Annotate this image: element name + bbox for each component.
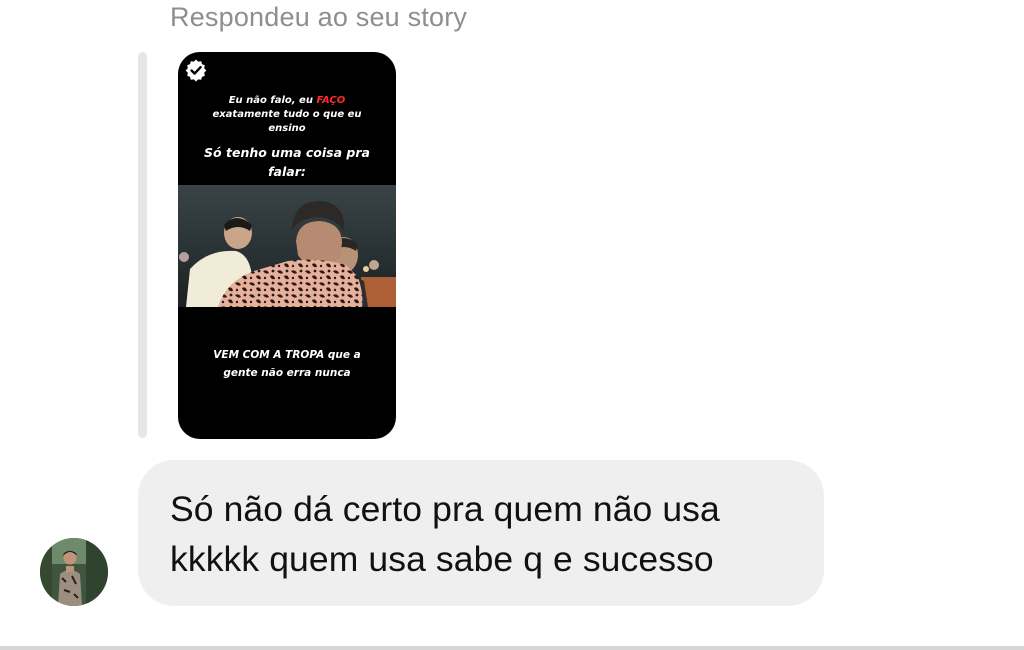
story-reply-quote-bar [138, 52, 147, 438]
message-bubble[interactable]: Só não dá certo pra quem não usa kkkkk q… [138, 460, 824, 606]
story-photo [178, 185, 396, 307]
story-caption-bottom: VEM COM A TROPA que a gente não erra nun… [213, 349, 361, 379]
sender-avatar[interactable] [40, 538, 108, 606]
verified-story-icon [185, 59, 207, 82]
user-avatar [40, 538, 108, 606]
story-caption-top: Eu não falo, eu FAÇO exatamente tudo o q… [212, 95, 362, 134]
message-text: Só não dá certo pra quem não usa kkkkk q… [170, 489, 720, 579]
reply-context-label: Respondeu ao seu story [170, 2, 468, 32]
story-preview-card[interactable]: Eu não falo, eu FAÇO exatamente tudo o q… [178, 52, 396, 439]
story-caption-middle: Só tenho uma coisa pra falar: [204, 145, 370, 179]
bottom-divider [0, 646, 1024, 650]
dm-thread: Respondeu ao seu story Eu não falo, eu F… [0, 0, 1024, 650]
story-caption-highlight: FAÇO [316, 95, 346, 106]
